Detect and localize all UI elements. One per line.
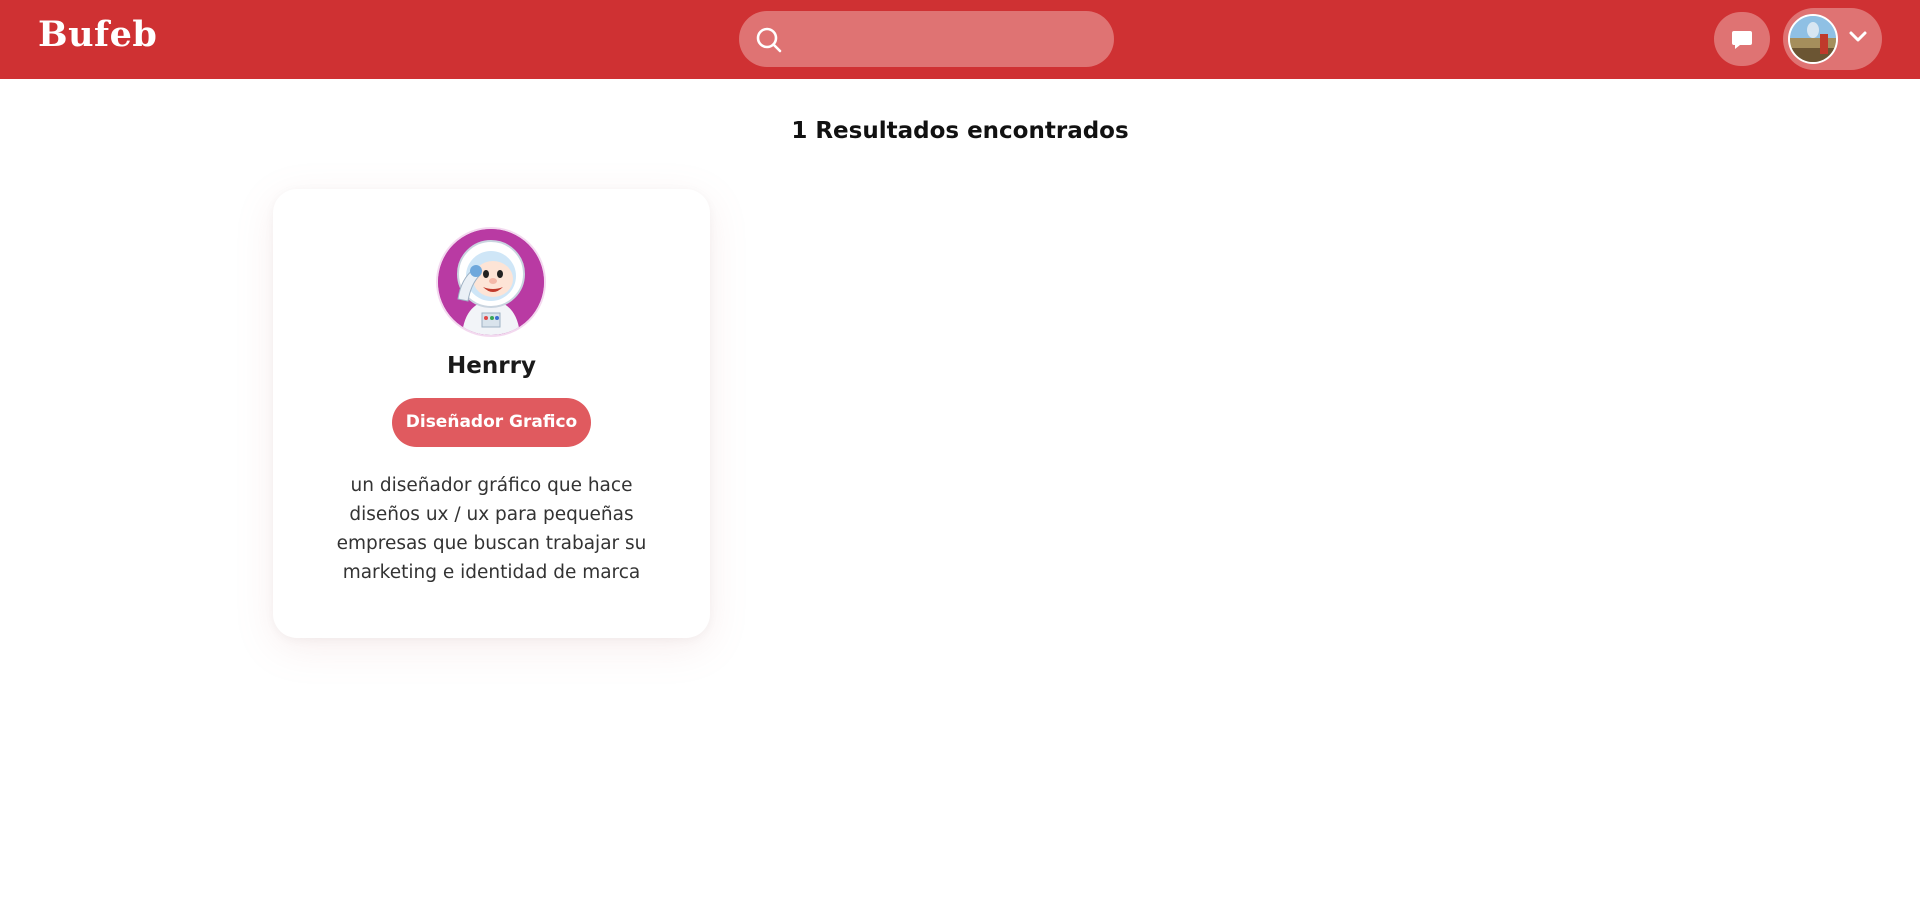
avatar-photo bbox=[1790, 16, 1836, 62]
search-input[interactable] bbox=[795, 11, 1099, 69]
chevron-down-icon bbox=[1849, 31, 1867, 42]
top-navigation-bar: Bufeb bbox=[0, 0, 1920, 79]
messages-button[interactable] bbox=[1714, 12, 1770, 66]
profile-card[interactable]: Henrry Diseñador Grafico un diseñador gr… bbox=[273, 189, 710, 638]
avatar bbox=[1788, 14, 1838, 64]
search-icon bbox=[756, 27, 782, 53]
chat-bubble-icon bbox=[1732, 31, 1752, 49]
profile-role-badge[interactable]: Diseñador Grafico bbox=[392, 398, 591, 447]
results-count: 1 Resultados encontrados bbox=[791, 118, 1129, 144]
profile-name[interactable]: Henrry bbox=[273, 353, 710, 379]
user-menu-button[interactable] bbox=[1783, 8, 1882, 70]
astronaut-avatar-icon bbox=[438, 229, 544, 335]
profile-description: un diseñador gráfico que hace diseños ux… bbox=[336, 475, 647, 583]
profile-avatar bbox=[436, 227, 546, 337]
logo[interactable]: Bufeb bbox=[38, 14, 157, 55]
search-bar[interactable] bbox=[739, 11, 1114, 69]
